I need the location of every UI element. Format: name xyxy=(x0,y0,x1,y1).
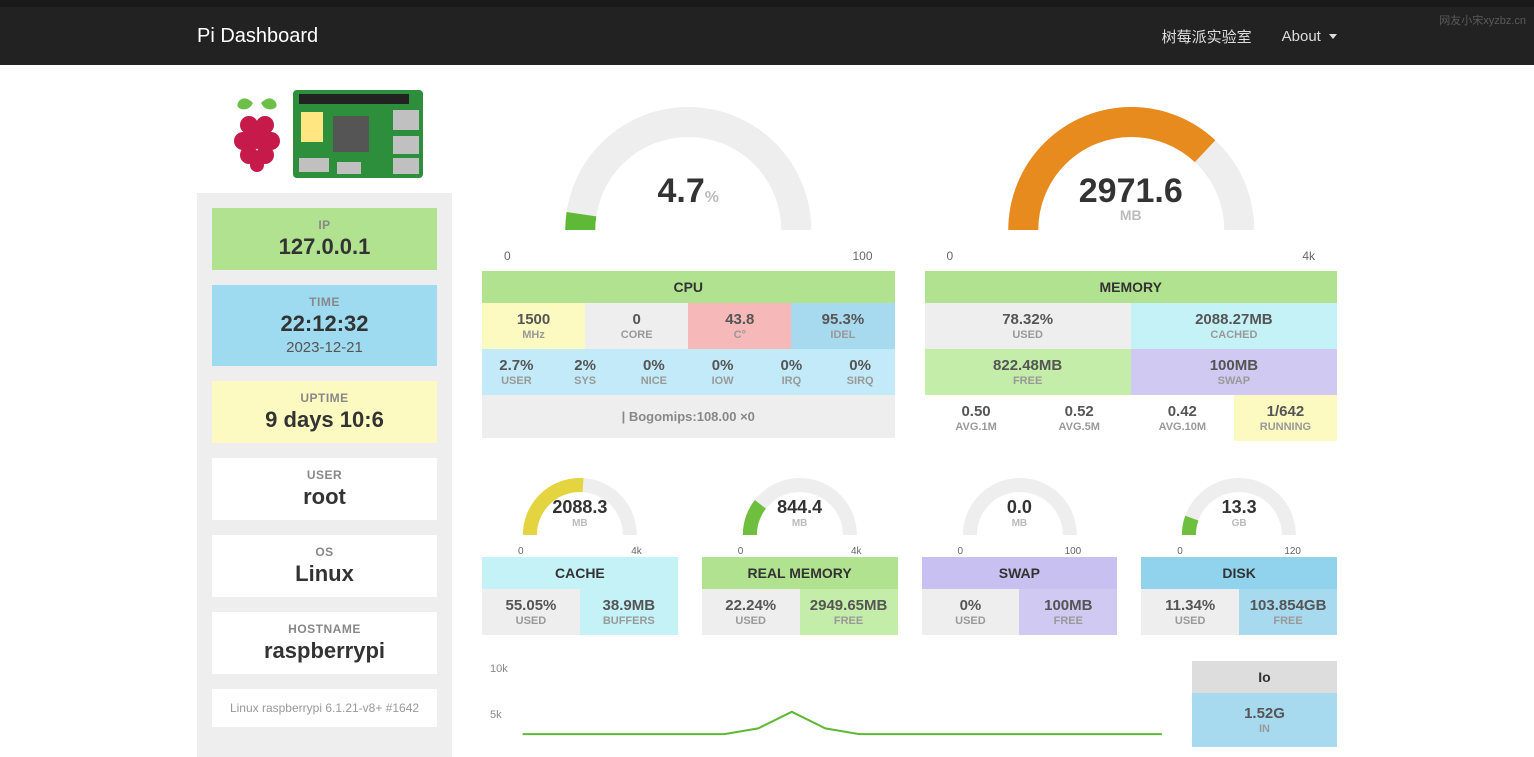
cpu-iow: 0%IOW xyxy=(688,349,757,395)
io-panel: Io 1.52GIN xyxy=(1192,661,1337,747)
cpu-gauge-unit: % xyxy=(705,189,719,206)
net-chart: 10k 5k xyxy=(482,661,1172,741)
uptime-label: UPTIME xyxy=(220,391,429,405)
memory-header: MEMORY xyxy=(925,271,1338,303)
uptime-value: 9 days 10:6 xyxy=(220,407,429,433)
realmem-gauge-value: 844.4 xyxy=(702,497,898,518)
memory-gauge-min: 0 xyxy=(947,249,954,263)
raspberry-pi-icon xyxy=(227,93,287,176)
avg-1m: 0.50AVG.1M xyxy=(925,395,1028,441)
logo-row xyxy=(197,90,452,178)
os-label: OS xyxy=(220,545,429,559)
io-header: Io xyxy=(1192,661,1337,693)
memory-gauge: 2971.6 MB 0 4k xyxy=(925,90,1338,263)
pi-board-icon xyxy=(293,90,423,178)
disk-free: 103.854GBFREE xyxy=(1239,589,1337,635)
nav-about-label: About xyxy=(1282,28,1321,45)
chart-ytick-10k: 10k xyxy=(490,663,508,675)
cpu-gauge-value: 4.7 xyxy=(658,172,705,210)
swap-free: 100MBFREE xyxy=(1019,589,1117,635)
memory-gauge-max: 4k xyxy=(1302,249,1315,263)
disk-header: DISK xyxy=(1141,557,1337,589)
cache-section: 2088.3MB 04k CACHE 55.05%USED 38.9MBBUFF… xyxy=(482,469,678,635)
cpu-gauge-max: 100 xyxy=(852,249,872,263)
mem-swap: 100MBSWAP xyxy=(1131,349,1337,395)
chart-ytick-5k: 5k xyxy=(490,709,502,721)
memory-gauge-svg xyxy=(925,90,1338,250)
brand-title[interactable]: Pi Dashboard xyxy=(197,25,318,48)
swap-header: SWAP xyxy=(922,557,1118,589)
memory-gauge-unit: MB xyxy=(925,207,1338,223)
cache-gauge-value: 2088.3 xyxy=(482,497,678,518)
net-chart-svg xyxy=(482,661,1172,741)
realmem-free: 2949.65MBFREE xyxy=(800,589,898,635)
cache-buffers: 38.9MBBUFFERS xyxy=(580,589,678,635)
cpu-bogomips: | Bogomips:108.00 ×0 xyxy=(482,395,895,438)
swap-used: 0%USED xyxy=(922,589,1020,635)
time-card: TIME 22:12:32 2023-12-21 xyxy=(212,285,437,366)
realmem-used: 22.24%USED xyxy=(702,589,800,635)
cpu-header: CPU xyxy=(482,271,895,303)
cpu-core: 0CORE xyxy=(585,303,688,349)
cpu-nice: 0%NICE xyxy=(620,349,689,395)
nav-about-dropdown[interactable]: About xyxy=(1282,28,1337,45)
memory-gauge-value: 2971.6 xyxy=(925,172,1338,211)
cpu-gauge-svg xyxy=(482,90,895,250)
cpu-idle: 95.3%IDEL xyxy=(791,303,894,349)
time-label: TIME xyxy=(220,295,429,309)
cpu-user: 2.7%USER xyxy=(482,349,551,395)
avg-10m: 0.42AVG.10M xyxy=(1131,395,1234,441)
cpu-gauge-min: 0 xyxy=(504,249,511,263)
watermark-text: 网友小宋xyzbz.cn xyxy=(1439,12,1526,28)
cpu-irq: 0%IRQ xyxy=(757,349,826,395)
nav-lab-link[interactable]: 树莓派实验室 xyxy=(1162,26,1252,47)
os-value: Linux xyxy=(220,561,429,587)
mem-used: 78.32%USED xyxy=(925,303,1131,349)
ip-label: IP xyxy=(220,218,429,232)
cpu-temp: 43.8C° xyxy=(688,303,791,349)
disk-gauge-value: 13.3 xyxy=(1141,497,1337,518)
ip-card: IP 127.0.0.1 xyxy=(212,208,437,270)
os-card: OS Linux xyxy=(212,535,437,597)
disk-section: 13.3GB 0120 DISK 11.34%USED 103.854GBFRE… xyxy=(1141,469,1337,635)
swap-gauge-value: 0.0 xyxy=(922,497,1118,518)
cpu-panel: CPU 1500MHz 0CORE 43.8C° 95.3%IDEL 2.7%U… xyxy=(482,271,895,441)
memory-panel: MEMORY 78.32%USED 2088.27MBCACHED 822.48… xyxy=(925,271,1338,441)
date-value: 2023-12-21 xyxy=(220,339,429,356)
disk-used: 11.34%USED xyxy=(1141,589,1239,635)
mem-free: 822.48MBFREE xyxy=(925,349,1131,395)
cpu-sirq: 0%SIRQ xyxy=(826,349,895,395)
user-label: USER xyxy=(220,468,429,482)
hostname-value: raspberrypi xyxy=(220,638,429,664)
realmem-header: REAL MEMORY xyxy=(702,557,898,589)
kernel-card: Linux raspberrypi 6.1.21-v8+ #1642 xyxy=(212,689,437,727)
chevron-down-icon xyxy=(1329,34,1337,39)
hostname-card: HOSTNAME raspberrypi xyxy=(212,612,437,674)
cpu-sys: 2%SYS xyxy=(551,349,620,395)
navbar: Pi Dashboard 树莓派实验室 About xyxy=(0,7,1534,65)
realmem-section: 844.4MB 04k REAL MEMORY 22.24%USED 2949.… xyxy=(702,469,898,635)
user-card: USER root xyxy=(212,458,437,520)
avg-5m: 0.52AVG.5M xyxy=(1028,395,1131,441)
running: 1/642RUNNING xyxy=(1234,395,1337,441)
sidebar-panel: IP 127.0.0.1 TIME 22:12:32 2023-12-21 UP… xyxy=(197,193,452,757)
cpu-mhz: 1500MHz xyxy=(482,303,585,349)
ip-value: 127.0.0.1 xyxy=(220,234,429,260)
cpu-gauge: 4.7% 0 100 xyxy=(482,90,895,263)
io-in: 1.52GIN xyxy=(1192,693,1337,747)
hostname-label: HOSTNAME xyxy=(220,622,429,636)
swap-section: 0.0MB 0100 SWAP 0%USED 100MBFREE xyxy=(922,469,1118,635)
cache-used: 55.05%USED xyxy=(482,589,580,635)
mem-cached: 2088.27MBCACHED xyxy=(1131,303,1337,349)
uptime-card: UPTIME 9 days 10:6 xyxy=(212,381,437,443)
user-value: root xyxy=(220,484,429,510)
time-value: 22:12:32 xyxy=(220,311,429,337)
cache-header: CACHE xyxy=(482,557,678,589)
